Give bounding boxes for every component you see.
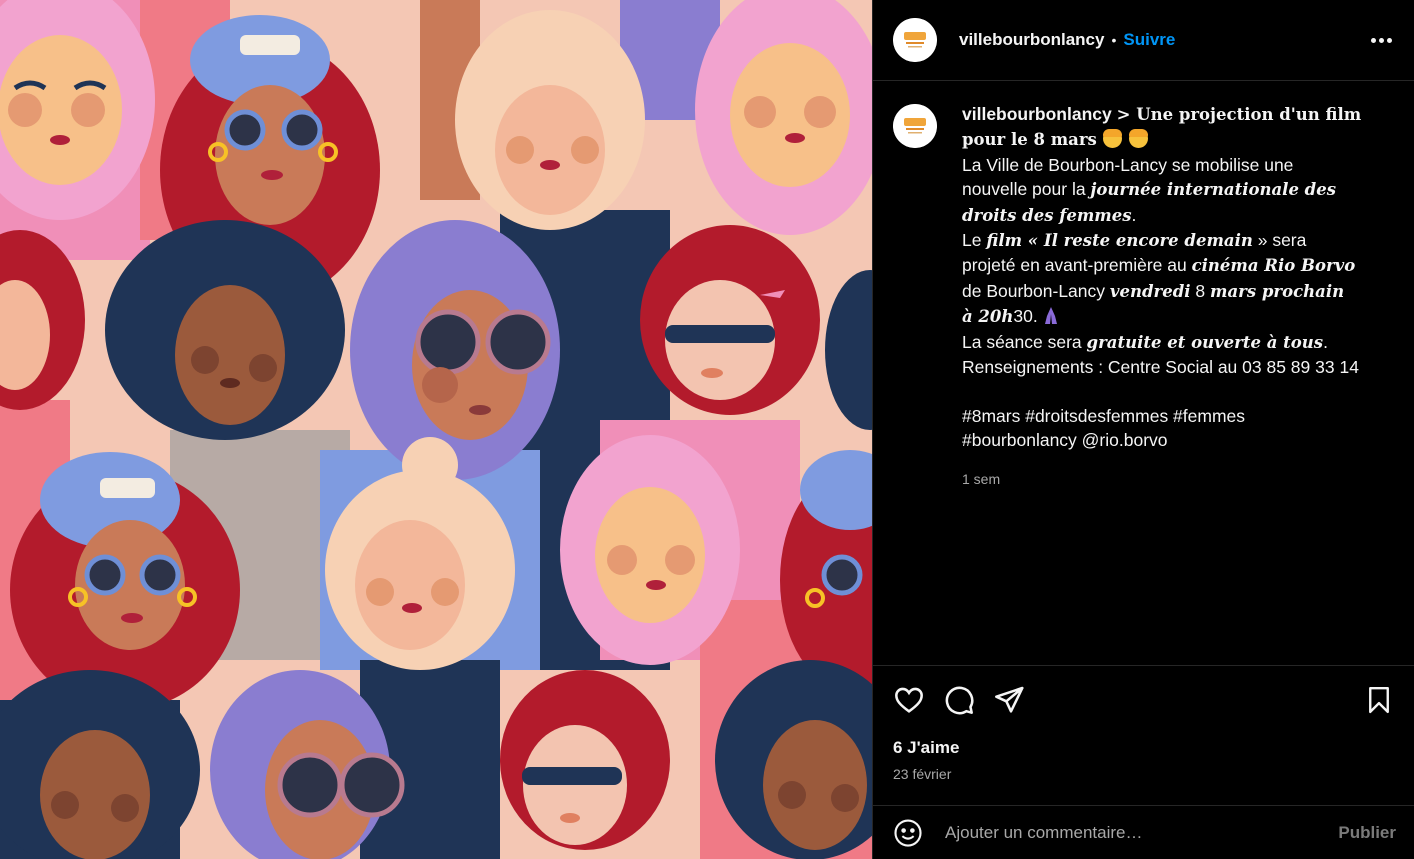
avatar[interactable] [893,104,937,148]
caption-emphasis: h [1001,307,1014,327]
logo-icon [893,104,937,148]
follow-button[interactable]: Suivre [1123,30,1175,50]
publish-button[interactable]: Publier [1338,823,1396,843]
woman-hijab-purple-1 [350,220,560,480]
caption-text: villebourbonlancy > Une projection d'un … [962,102,1382,491]
woman-blonde-1 [455,10,645,230]
post-side-panel: villebourbonlancy • Suivre villebourbonl… [872,0,1414,859]
caption-area: villebourbonlancy > Une projection d'un … [873,82,1414,665]
logo-icon [893,18,937,62]
praying-hands-icon [1044,307,1057,325]
separator-dot: • [1111,32,1117,48]
post-header: villebourbonlancy • Suivre [873,0,1414,81]
hashtags-line[interactable]: #bourbonlancy @rio.borvo [962,428,1382,452]
caption-text-part: 8 [1190,280,1210,301]
caption-line: Renseignements : Centre Social au 03 85 … [962,357,1359,378]
caption-emphasis: film « Il reste encore demain [986,231,1253,251]
likes-count[interactable]: 6 J'aime [893,738,1394,758]
bookmark-icon[interactable] [1364,684,1394,716]
caption-text-part: . [1323,331,1328,352]
woman-red-bob-1 [640,225,820,415]
action-icons [893,666,1394,734]
post-actions: 6 J'aime 23 février [873,665,1414,805]
comment-icon[interactable] [943,684,975,716]
hashtags-line[interactable]: #8mars #droitsdesfemmes #femmes [962,404,1382,428]
post-date: 23 février [893,766,952,782]
comment-input[interactable] [945,822,1339,843]
illustration-women [0,0,872,859]
username-link[interactable]: villebourbonlancy [959,30,1104,50]
caption-username[interactable]: villebourbonlancy [962,104,1112,124]
emoji-picker-icon[interactable] [893,818,923,848]
caption-emphasis: cinéma Rio Borvo [1191,256,1356,276]
caption-text-part: projeté en avant-première au [962,255,1192,276]
caption-text-part: . [1131,204,1137,225]
caption-text-part: Le [962,230,987,251]
comment-bar: Publier [873,805,1414,859]
caption-text-part: La séance sera [962,331,1087,352]
caption-text-part: » sera [1252,230,1307,251]
emoji-woman-icon [1102,129,1122,149]
caption-emphasis: gratuite et ouverte à tous [1086,332,1324,352]
woman-curly-1 [105,220,345,440]
more-options-icon[interactable] [1369,30,1394,51]
caption-title-a: > Une projection d'un film [1116,105,1362,124]
woman-red-bob-2 [500,670,670,850]
woman-hijab-pink-3 [560,435,740,665]
caption-emphasis: à 20 [962,307,1002,327]
caption-emphasis: journée internationale des [1090,180,1337,200]
emoji-woman-icon [1128,129,1148,149]
caption-text-part: de Bourbon-Lancy [962,280,1110,301]
caption-title-b: pour le 8 mars [962,130,1097,150]
avatar[interactable] [893,18,937,62]
post-image[interactable] [0,0,872,859]
caption-emphasis: droits des femmes [962,205,1132,225]
caption: villebourbonlancy > Une projection d'un … [893,102,1394,491]
post-time[interactable]: 1 sem [962,467,1382,491]
heart-icon[interactable] [893,684,925,716]
caption-emphasis: vendredi [1109,281,1191,301]
caption-emphasis: mars prochain [1209,281,1345,301]
share-icon[interactable] [993,684,1025,716]
caption-line: La Ville de Bourbon-Lancy se mobilise un… [962,154,1294,175]
caption-text-part: 30. [1013,306,1043,327]
caption-text-part: nouvelle pour la [962,179,1091,200]
